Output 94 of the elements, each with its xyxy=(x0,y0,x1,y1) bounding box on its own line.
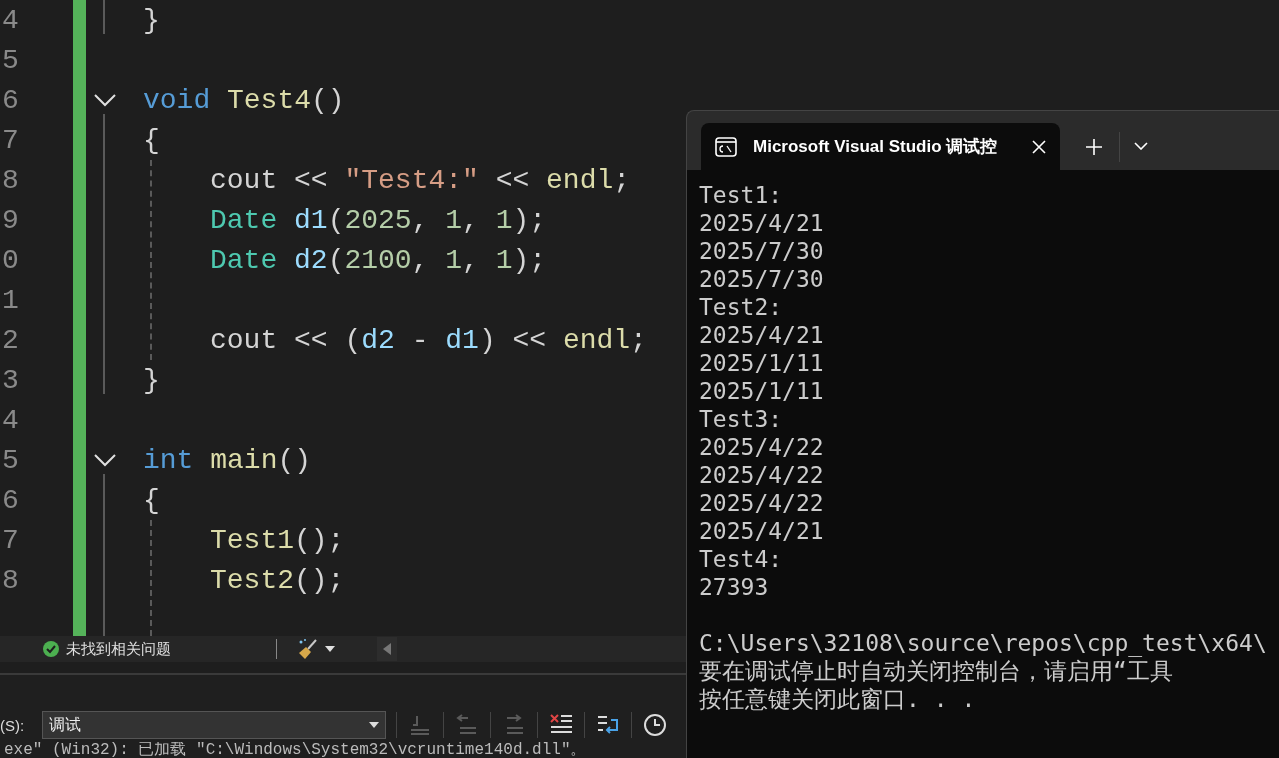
code-text: , xyxy=(411,244,430,276)
type-name: Date xyxy=(210,204,279,236)
console-line: 2025/4/21 xyxy=(699,209,825,237)
console-line: 2025/1/11 xyxy=(699,349,825,377)
code-text: , xyxy=(411,204,430,236)
chevron-down-icon[interactable] xyxy=(1134,142,1148,150)
line-number: 7 xyxy=(2,124,19,156)
code-text: ; xyxy=(630,324,647,356)
number-literal: 1 xyxy=(445,204,463,236)
close-icon[interactable] xyxy=(1032,139,1046,154)
console-line: 27393 xyxy=(699,573,770,601)
variable-name: d1 xyxy=(445,324,479,356)
console-line: 2025/4/22 xyxy=(699,433,825,461)
keyword: int xyxy=(143,444,195,476)
console-line: C:\Users\32108\source\repos\cpp_test\x64\ xyxy=(699,629,1268,657)
collapse-icon[interactable] xyxy=(93,453,117,467)
number-literal: 1 xyxy=(445,244,463,276)
keyword: void xyxy=(143,84,212,116)
code-text: { xyxy=(143,484,160,516)
console-line: 2025/4/22 xyxy=(699,461,825,489)
broom-icon[interactable] xyxy=(297,638,319,660)
console-line: 2025/4/21 xyxy=(699,517,825,545)
line-number: 9 xyxy=(2,204,19,236)
number-literal: 2025 xyxy=(344,204,412,236)
code-text: (); xyxy=(294,564,345,596)
console-line: 2025/7/30 xyxy=(699,237,825,265)
line-number: 8 xyxy=(2,564,19,596)
code-text: (); xyxy=(294,524,345,556)
code-text: { xyxy=(143,124,160,156)
function-name: main xyxy=(210,444,278,476)
line-number: 6 xyxy=(2,84,19,116)
variable-name: d2 xyxy=(361,324,395,356)
line-number: 2 xyxy=(2,324,19,356)
line-number: 3 xyxy=(2,364,19,396)
line-number: 7 xyxy=(2,524,19,556)
code-text: () xyxy=(277,444,312,476)
line-number: 1 xyxy=(2,284,19,316)
number-literal: 1 xyxy=(495,204,513,236)
code-text: << xyxy=(494,164,531,196)
console-line: 2025/1/11 xyxy=(699,377,825,405)
variable-name: d2 xyxy=(294,244,328,276)
function-name: Test2 xyxy=(210,564,294,596)
number-literal: 2100 xyxy=(344,244,412,276)
caret-icon[interactable] xyxy=(325,646,335,652)
function-name: endl xyxy=(562,324,631,356)
code-text: ; xyxy=(613,164,631,196)
code-text: cout << xyxy=(210,164,329,196)
line-number: 4 xyxy=(2,404,19,436)
code-text: ) << xyxy=(478,324,548,356)
clock-icon[interactable] xyxy=(642,712,668,738)
status-message: 未找到相关问题 xyxy=(66,639,172,659)
console-line: 要在调试停止时自动关闭控制台，请启用“工具 xyxy=(699,657,1174,685)
line-number: 5 xyxy=(2,444,19,476)
code-text: - xyxy=(410,324,430,356)
code-text: } xyxy=(143,4,160,36)
line-number: 8 xyxy=(2,164,19,196)
variable-name: d1 xyxy=(294,204,328,236)
line-number: 6 xyxy=(2,484,19,516)
source-dropdown[interactable]: 调试 xyxy=(42,711,386,739)
new-tab-icon[interactable] xyxy=(1086,139,1102,155)
type-name: Date xyxy=(210,244,279,276)
terminal-tab[interactable]: Microsoft Visual Studio 调试控 xyxy=(701,123,1060,170)
console-line: Test1: xyxy=(699,181,784,209)
number-literal: 1 xyxy=(495,244,513,276)
console-line: 2025/4/21 xyxy=(699,321,825,349)
line-number: 0 xyxy=(2,244,19,276)
code-text: cout << ( xyxy=(210,324,362,356)
code-text: ); xyxy=(512,204,547,236)
console-line: 2025/7/30 xyxy=(699,265,825,293)
console-line: Test4: xyxy=(699,545,784,573)
code-text: ); xyxy=(512,244,547,276)
caret-icon xyxy=(369,722,379,728)
code-text: , xyxy=(462,204,480,236)
tab-title: Microsoft Visual Studio 调试控 xyxy=(753,136,999,158)
scroll-left-button[interactable] xyxy=(377,637,397,661)
function-name: Test1 xyxy=(210,524,294,556)
function-name: Test4 xyxy=(227,84,312,116)
line-number: 4 xyxy=(2,4,19,36)
source-label: (S): xyxy=(0,716,26,734)
code-text: ( xyxy=(327,204,345,236)
left-arrow-icon xyxy=(383,643,391,655)
console-line: Test2: xyxy=(699,293,784,321)
line-number: 5 xyxy=(2,44,19,76)
console-line: 2025/4/22 xyxy=(699,489,825,517)
function-name: endl xyxy=(546,164,614,196)
console-line: Test3: xyxy=(699,405,784,433)
string-literal: "Test4:" xyxy=(344,164,479,196)
code-text: } xyxy=(143,364,160,396)
code-text: ( xyxy=(327,244,345,276)
collapse-icon[interactable] xyxy=(93,93,117,107)
code-text: () xyxy=(311,84,345,116)
console-line: 按任意键关闭此窗口. . . xyxy=(699,685,977,713)
code-text: , xyxy=(462,244,480,276)
console-icon xyxy=(715,136,737,157)
